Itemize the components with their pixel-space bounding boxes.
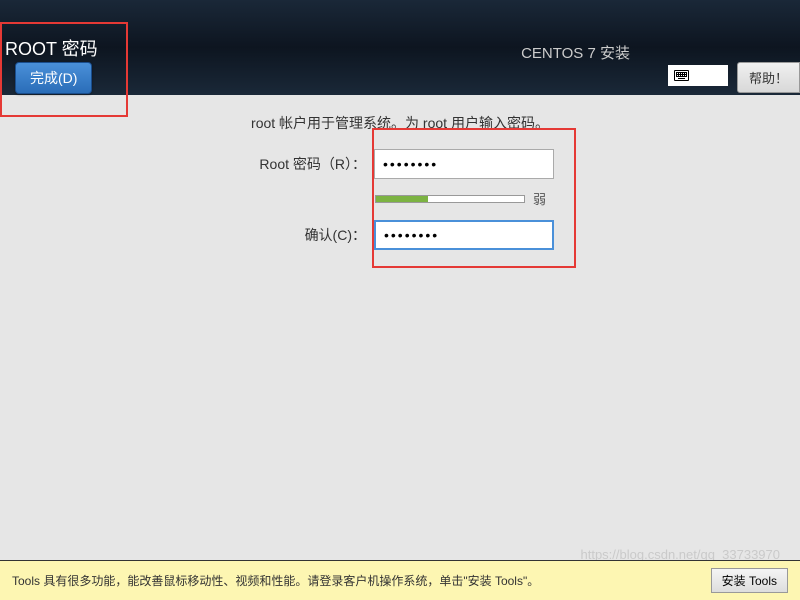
instruction-text: root 帐户用于管理系统。为 root 用户输入密码。	[40, 113, 760, 133]
password-label: Root 密码（R）：	[246, 154, 366, 174]
keyboard-layout-label: cn	[693, 68, 707, 83]
help-button[interactable]: 帮助！	[737, 62, 800, 93]
keyboard-icon	[674, 70, 689, 81]
password-strength-bar	[375, 195, 525, 203]
confirm-password-input[interactable]	[374, 220, 554, 250]
confirm-row: 确认(C)：	[40, 220, 760, 250]
password-row: Root 密码（R）：	[40, 149, 760, 179]
vmware-tools-bar: Tools 具有很多功能，能改善鼠标移动性、视频和性能。请登录客户机操作系统，单…	[0, 560, 800, 600]
confirm-label: 确认(C)：	[246, 225, 366, 245]
strength-row: 弱	[40, 189, 760, 208]
installer-title: CENTOS 7 安装	[521, 42, 630, 63]
password-strength-fill	[376, 196, 428, 202]
password-strength-text: 弱	[533, 189, 553, 208]
page-title: ROOT 密码	[5, 35, 98, 61]
tools-message: Tools 具有很多功能，能改善鼠标移动性、视频和性能。请登录客户机操作系统，单…	[12, 572, 539, 589]
done-button[interactable]: 完成(D)	[15, 62, 92, 94]
install-tools-button[interactable]: 安装 Tools	[711, 568, 788, 593]
installer-header: ROOT 密码 完成(D) CENTOS 7 安装 cn 帮助！	[0, 0, 800, 95]
main-content: root 帐户用于管理系统。为 root 用户输入密码。 Root 密码（R）：…	[0, 95, 800, 278]
root-password-input[interactable]	[374, 149, 554, 179]
keyboard-layout-indicator[interactable]: cn	[668, 65, 728, 86]
